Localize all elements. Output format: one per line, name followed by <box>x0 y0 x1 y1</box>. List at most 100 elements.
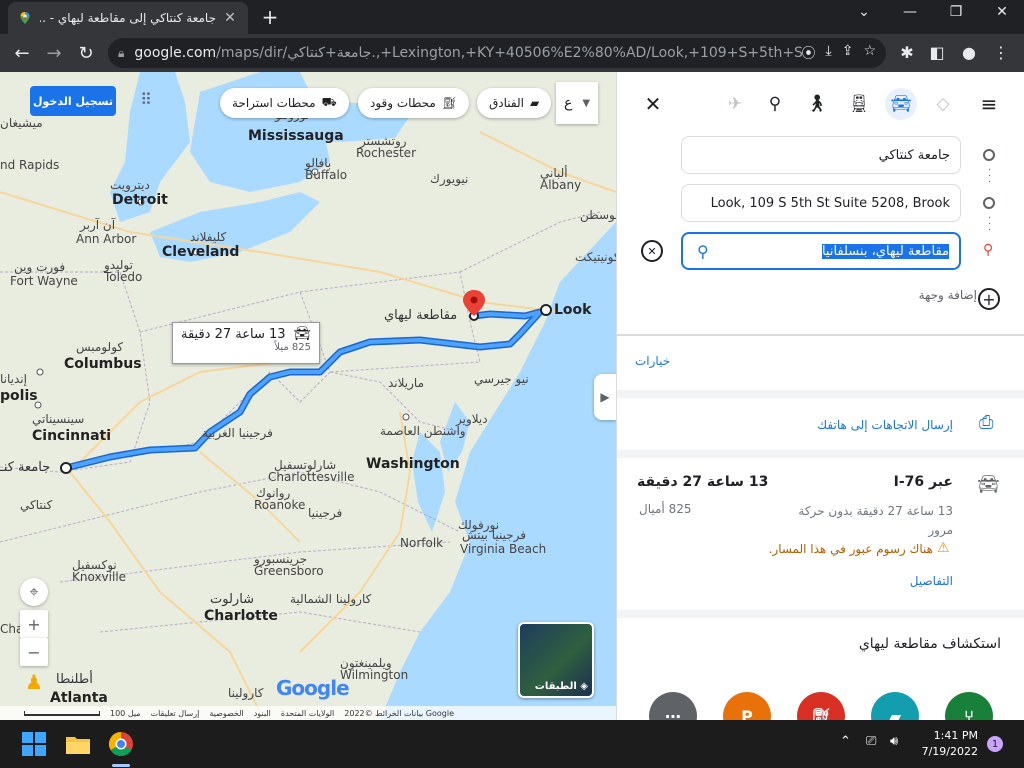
zoom-in-button[interactable]: + <box>20 610 48 638</box>
origin-input[interactable]: جامعة كنتاكي <box>681 136 961 174</box>
airplane-icon: ✈ <box>727 94 743 114</box>
zoom-out-button[interactable]: − <box>20 638 48 666</box>
more-categories-button[interactable]: ⋯ <box>649 692 697 720</box>
label-norfolk: Norfolk <box>400 536 444 550</box>
label-ann-arbor-ar: آن آربر <box>80 218 116 232</box>
search-icon[interactable]: ⚲ <box>697 242 709 261</box>
my-location-button[interactable]: ⌖ <box>20 578 48 606</box>
share-icon[interactable]: ⇪ <box>842 43 854 63</box>
label-look: Look <box>554 302 592 318</box>
remove-destination-button[interactable]: ✕ <box>641 240 663 262</box>
layers-button[interactable]: الطبقات ◈ <box>518 622 594 698</box>
lock-icon: 🔒︎ <box>118 45 125 60</box>
train-icon: 🚆︎ <box>848 94 870 114</box>
location-icon[interactable]: ⦿ <box>802 43 816 63</box>
minimize-button[interactable]: — <box>896 4 924 20</box>
map-search-box[interactable]: ع ▼ <box>556 82 598 124</box>
volume-icon[interactable]: 🔊︎ <box>890 734 898 749</box>
apps-grid-icon[interactable]: ⠿ <box>136 90 156 110</box>
flight-mode-button[interactable]: ✈ <box>719 88 751 120</box>
footer-feedback[interactable]: إرسال تعليقات <box>151 709 200 718</box>
add-circle-icon[interactable]: + <box>978 288 1000 310</box>
footer-terms[interactable]: البنود <box>254 709 271 718</box>
reload-icon[interactable]: ↻ <box>70 37 102 69</box>
tab-maps[interactable]: جامعة كنتاكي إلى مقاطعة ليهاي - ... ✕ <box>8 2 248 34</box>
extensions-icon[interactable]: ✱ <box>894 40 920 66</box>
cycling-mode-button[interactable]: ⚲ <box>759 88 791 120</box>
stop-marker[interactable] <box>540 304 552 316</box>
chip-hotels[interactable]: الفنادق ▰ <box>477 88 552 118</box>
clock-date: 7/19/2022 <box>921 745 978 758</box>
parking-button[interactable]: P <box>723 692 771 720</box>
close-icon[interactable]: ✕ <box>222 10 238 26</box>
clock[interactable]: 1:41 PM 7/19/2022 <box>920 728 978 760</box>
forward-arrow-icon[interactable]: → <box>38 37 70 69</box>
hotel-bed-icon: ▰ <box>888 706 902 721</box>
file-explorer-icon[interactable] <box>64 730 92 758</box>
chip-gas-stations[interactable]: محطات وقود ⛽︎ <box>358 88 470 118</box>
address-bar[interactable]: 🔒︎ google.com/maps/dir/جامعة+كنتاكي.,+Le… <box>108 38 886 68</box>
add-destination-link[interactable]: إضافة وجهة <box>877 288 977 302</box>
options-link[interactable]: خيارات <box>635 354 670 368</box>
screen: جامعة كنتاكي إلى مقاطعة ليهاي - ... ✕ + … <box>0 0 1024 768</box>
label-charlottesville: Charlottesville <box>268 470 355 484</box>
stop-input[interactable]: Look, 109 S 5th St Suite 5208, Brook <box>681 184 961 222</box>
bicycle-icon: ⚲ <box>768 94 782 114</box>
map-canvas[interactable]: تورونتو Mississauga روتشستر Rochester با… <box>0 72 616 720</box>
restaurant-icon: ⑂ <box>964 706 974 721</box>
details-link[interactable]: التفاصيل <box>887 574 953 588</box>
chrome-icon[interactable] <box>107 730 135 758</box>
restaurants-button[interactable]: ⑂ <box>945 692 993 720</box>
footer-country[interactable]: الولايات المتحدة <box>281 709 334 718</box>
label-buffalo: Buffalo <box>305 168 348 182</box>
google-maps-icon <box>20 12 30 24</box>
layers-label-text: الطبقات <box>534 681 577 692</box>
best-mode-button[interactable]: ◇ <box>927 88 959 120</box>
travel-modes: ✕ ✈ ⚲ 🚶︎ 🚆︎ 🚘︎ ◇ ≡ <box>617 88 1024 120</box>
directions-diamond-icon: ◇ <box>936 94 950 114</box>
walking-mode-button[interactable]: 🚶︎ <box>801 88 833 120</box>
chip-rest-stops[interactable]: محطات استراحة ⛟ <box>220 88 349 118</box>
pegman-icon[interactable]: ♟ <box>24 670 44 700</box>
label-wilmington: Wilmington <box>340 668 409 682</box>
origin-text: جامعة كنتاكي <box>878 147 950 163</box>
footer-scale: 100 ميل <box>110 708 141 718</box>
profile-icon[interactable]: ● <box>956 40 982 66</box>
label-south-carolina: كارولينا <box>228 686 264 700</box>
windows-start-icon[interactable] <box>20 730 48 758</box>
send-to-phone-icon[interactable]: ⎙ <box>979 412 993 433</box>
send-to-phone-link[interactable]: إرسال الاتجاهات إلى هاتفك <box>807 418 953 432</box>
toll-warning: هناك رسوم عبور في هذا المسار. <box>768 542 933 556</box>
notification-badge[interactable]: 1 <box>987 736 1003 752</box>
side-panel-icon[interactable]: ◧ <box>924 40 950 66</box>
destination-input[interactable]: ⚲ مقاطعة ليهاي، بنسلفانيا <box>681 232 961 270</box>
menu-button[interactable]: ≡ <box>973 88 1005 120</box>
directions-panel: ✕ ✈ ⚲ 🚶︎ 🚆︎ 🚘︎ ◇ ≡ جامعة كنتاكي · · · Look… <box>616 72 1024 720</box>
install-icon[interactable]: ⤓ <box>826 43 832 63</box>
active-app-indicator <box>112 764 130 767</box>
footer-privacy[interactable]: الخصوصية <box>209 709 243 718</box>
chevron-down-icon[interactable]: ▼ <box>582 98 590 109</box>
new-tab-button[interactable]: + <box>258 5 282 29</box>
bookmark-star-icon[interactable]: ☆ <box>863 43 876 63</box>
restore-button[interactable]: ❐ <box>942 4 970 20</box>
transit-mode-button[interactable]: 🚆︎ <box>843 88 875 120</box>
collapse-panel-button[interactable]: ▶ <box>594 374 616 420</box>
close-directions-button[interactable]: ✕ <box>637 88 669 120</box>
connector-dots: · · · <box>988 165 992 188</box>
sign-in-button[interactable]: تسجيل الدخول <box>30 86 116 116</box>
divider <box>617 610 1024 618</box>
route-summary-callout[interactable]: 🚘︎ 13 ساعة 27 دقيقة 825 ميلاً <box>172 322 320 364</box>
window-close-button[interactable]: ✕ <box>988 4 1016 20</box>
route-callout-distance: 825 ميلاً <box>274 342 311 353</box>
origin-marker[interactable] <box>60 462 72 474</box>
driving-mode-button[interactable]: 🚘︎ <box>885 88 917 120</box>
route-distance: 825 أميال <box>639 502 692 516</box>
chevron-up-icon[interactable]: ⌃ <box>840 734 851 749</box>
menu-dots-icon[interactable]: ⋮ <box>988 40 1014 66</box>
hotels-button[interactable]: ▰ <box>871 692 919 720</box>
network-icon[interactable]: ⎚ <box>866 734 876 749</box>
label-charlotte: Charlotte <box>204 608 278 624</box>
back-arrow-icon[interactable]: ← <box>6 37 38 69</box>
chevron-down-icon[interactable]: ⌄ <box>850 4 878 20</box>
